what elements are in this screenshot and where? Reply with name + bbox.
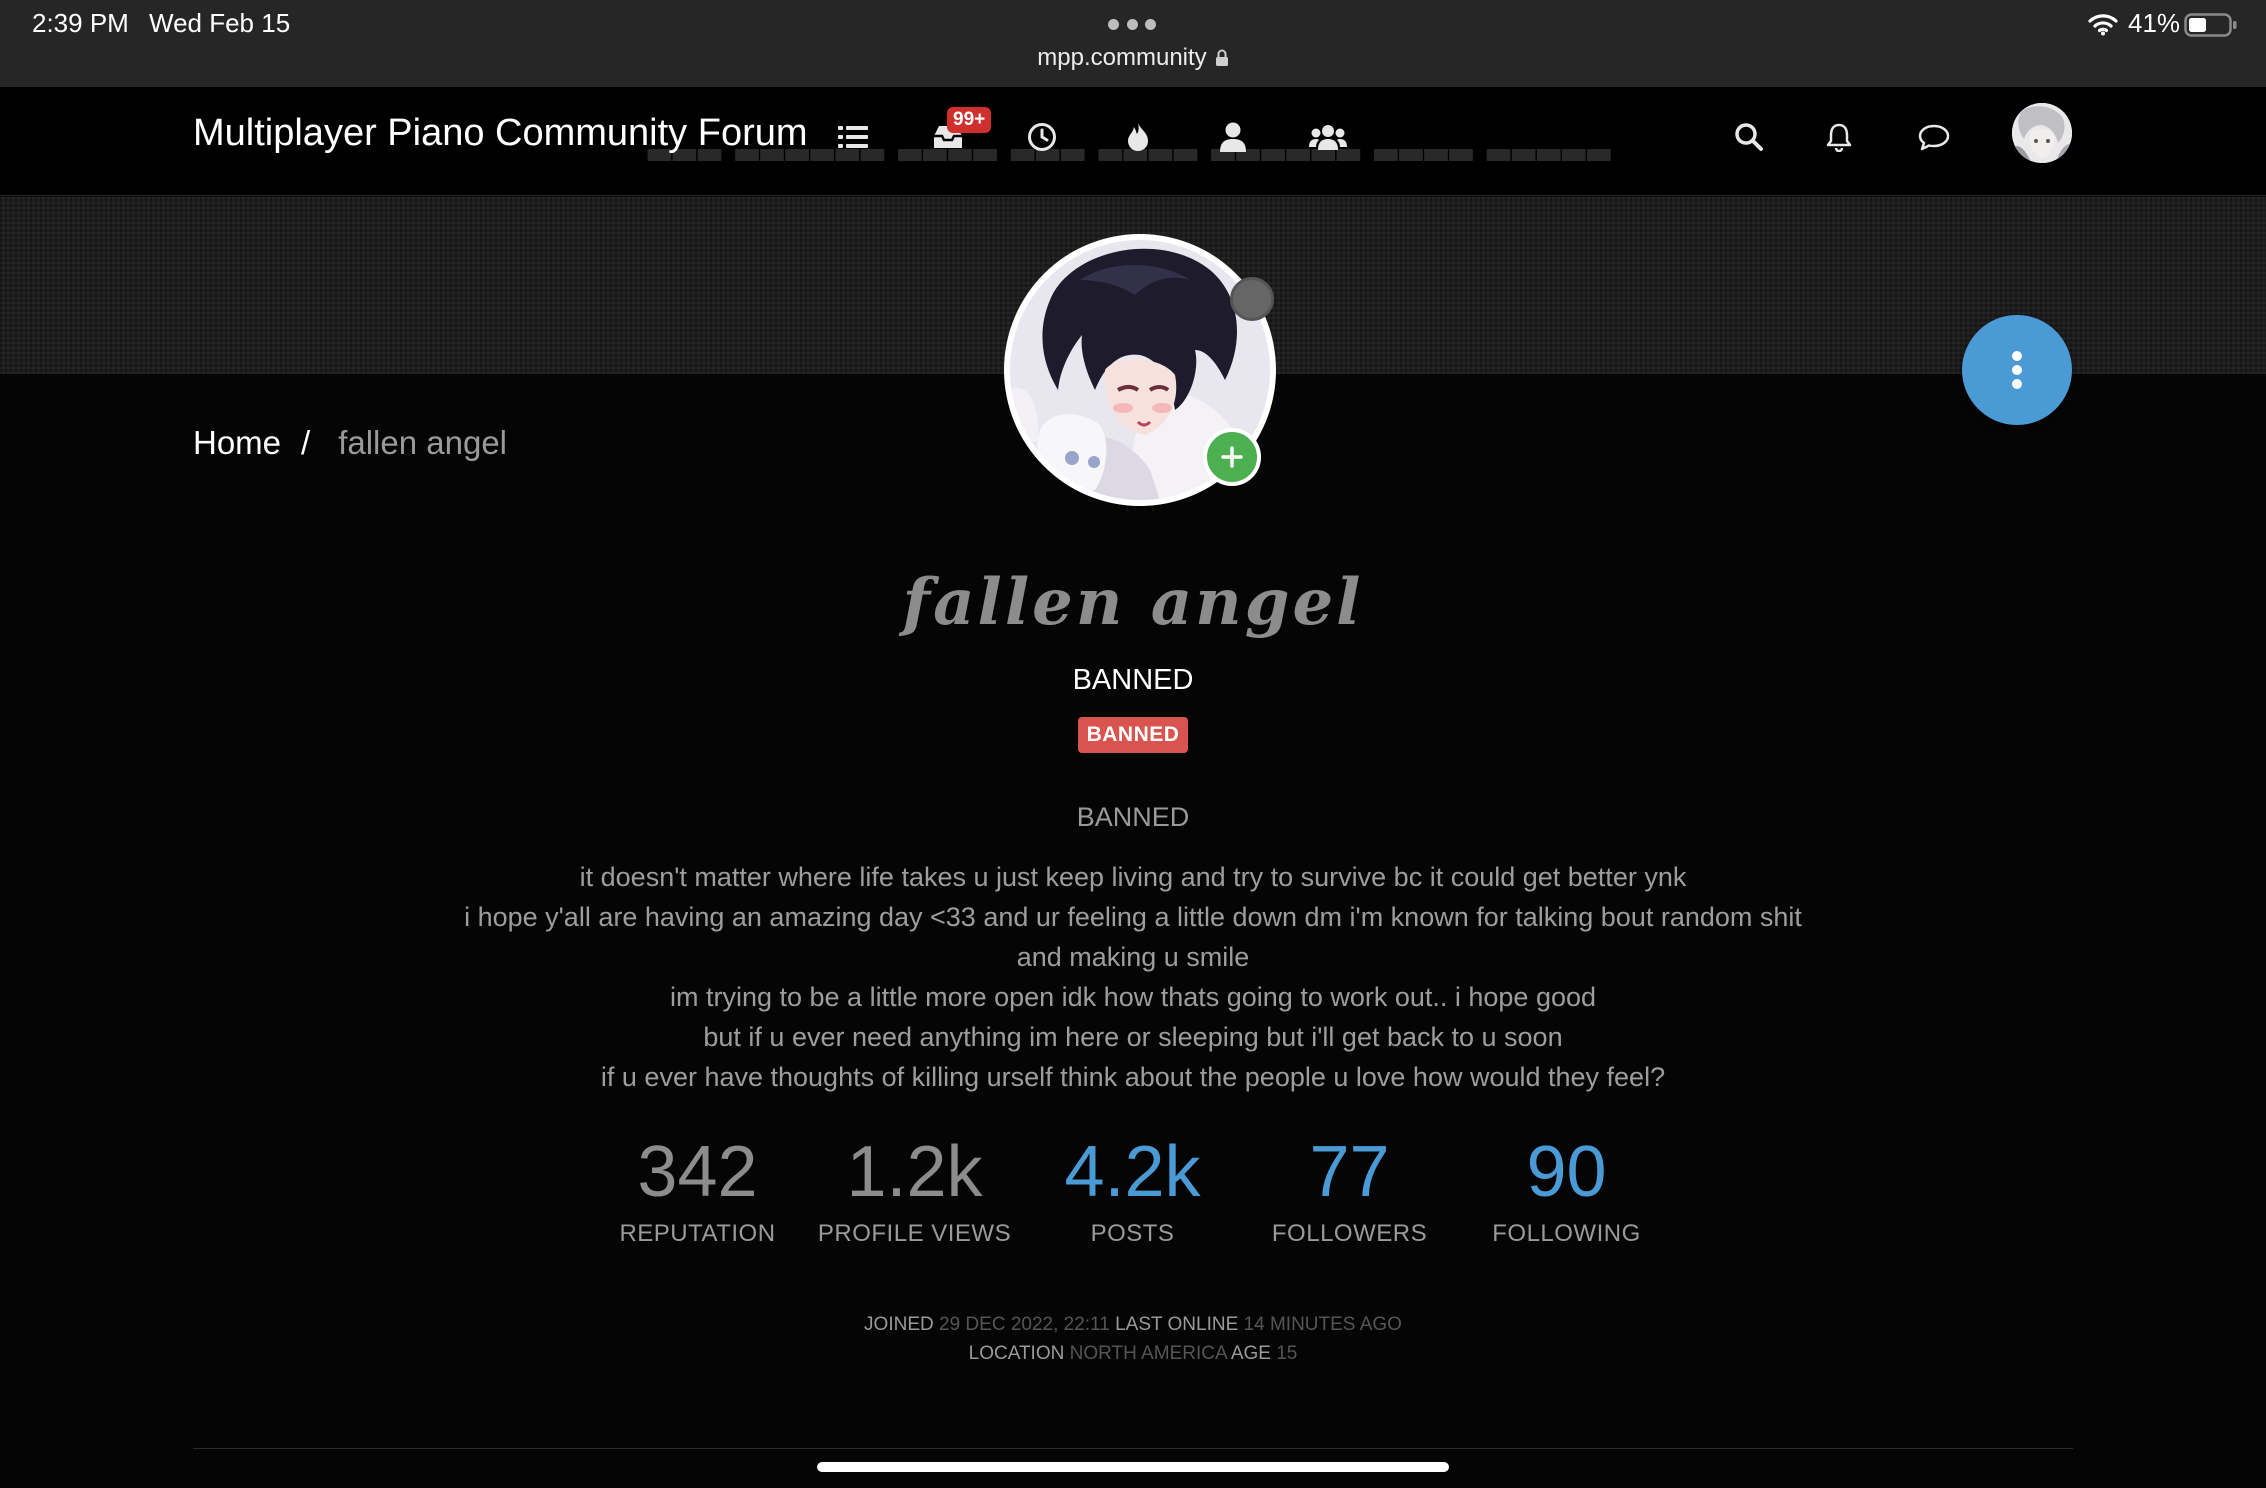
bio-line: if u ever have thoughts of killing ursel… bbox=[600, 1062, 1666, 1092]
wifi-icon bbox=[2088, 12, 2118, 36]
categories-icon[interactable] bbox=[833, 117, 873, 157]
stat-value[interactable]: 90 bbox=[1458, 1130, 1675, 1214]
profile-meta-location: LOCATION NORTH AMERICA AGE 15 bbox=[0, 1343, 2266, 1365]
tab-overview-dots-icon[interactable] bbox=[1108, 19, 1156, 31]
profile-bio: it doesn't matter where life takes u jus… bbox=[420, 857, 1846, 1097]
ios-status-bar: 2:39 PM Wed Feb 15 mpp.community 41% bbox=[0, 0, 2266, 87]
search-icon[interactable] bbox=[1729, 117, 1769, 157]
section-divider bbox=[193, 1448, 2073, 1449]
last-online-value: 14 MINUTES AGO bbox=[1243, 1314, 1402, 1335]
banned-badge[interactable]: BANNED bbox=[1077, 717, 1189, 753]
unread-count-badge: 99+ bbox=[947, 107, 992, 133]
breadcrumb-separator: / bbox=[301, 424, 311, 461]
profile-display-name: fallen angel bbox=[902, 565, 1364, 640]
more-vertical-icon bbox=[2010, 350, 2024, 390]
bio-line: i hope y'all are having an amazing day <… bbox=[464, 902, 1802, 932]
stat-label: REPUTATION bbox=[619, 1220, 776, 1247]
group-title: BANNED bbox=[1072, 664, 1194, 696]
stat-value[interactable]: 77 bbox=[1241, 1130, 1458, 1214]
url-text: mpp.community bbox=[1037, 44, 1207, 71]
breadcrumb: Home / fallen angel bbox=[193, 424, 507, 462]
notifications-icon[interactable] bbox=[1819, 117, 1859, 157]
stat-posts[interactable]: 4.2k POSTS bbox=[1024, 1130, 1241, 1248]
bio-line: it doesn't matter where life takes u jus… bbox=[579, 862, 1687, 892]
forum-header: ███ ██████ ████ ███ ████ ██████ ████ ███… bbox=[0, 87, 2266, 196]
profile-options-button[interactable] bbox=[1962, 315, 2072, 425]
status-time: 2:39 PM bbox=[32, 8, 129, 38]
stat-following[interactable]: 90 FOLLOWING bbox=[1458, 1130, 1675, 1248]
stat-label: FOLLOWERS bbox=[1271, 1220, 1428, 1247]
plus-icon bbox=[1220, 445, 1244, 469]
bio-line: and making u smile bbox=[1016, 942, 1250, 972]
home-indicator[interactable] bbox=[817, 1462, 1449, 1472]
battery-percent: 41% bbox=[2128, 8, 2181, 38]
joined-label: JOINED bbox=[864, 1314, 934, 1335]
battery-icon bbox=[2184, 12, 2238, 38]
users-icon[interactable] bbox=[1213, 117, 1253, 157]
badge-row: BANNED bbox=[0, 717, 2266, 753]
follow-button[interactable] bbox=[1203, 428, 1261, 486]
popular-icon[interactable] bbox=[1118, 117, 1158, 157]
stat-value: 1.2k bbox=[846, 1132, 983, 1212]
stat-reputation: 342 REPUTATION bbox=[589, 1130, 806, 1248]
breadcrumb-home-link[interactable]: Home bbox=[193, 424, 281, 462]
joined-value: 29 DEC 2022, 22:11 bbox=[939, 1314, 1110, 1335]
age-value: 15 bbox=[1276, 1343, 1298, 1364]
address-bar[interactable]: mpp.community bbox=[0, 44, 2266, 72]
stat-profile-views: 1.2k PROFILE VIEWS bbox=[806, 1130, 1023, 1248]
site-title[interactable]: Multiplayer Piano Community Forum bbox=[193, 112, 808, 155]
stat-label: PROFILE VIEWS bbox=[817, 1220, 1012, 1247]
stat-value[interactable]: 4.2k bbox=[1024, 1130, 1241, 1214]
offline-status-dot bbox=[1230, 277, 1274, 321]
profile-meta-joined: JOINED 29 DEC 2022, 22:11 LAST ONLINE 14… bbox=[0, 1314, 2266, 1336]
account-status-label: BANNED bbox=[1076, 802, 1190, 832]
stat-label: FOLLOWING bbox=[1492, 1220, 1641, 1247]
age-label: AGE bbox=[1230, 1343, 1271, 1364]
stat-followers[interactable]: 77 FOLLOWERS bbox=[1241, 1130, 1458, 1248]
recent-icon[interactable] bbox=[1022, 117, 1062, 157]
bio-line: but if u ever need anything im here or s… bbox=[703, 1022, 1563, 1052]
lock-icon bbox=[1215, 49, 1229, 67]
groups-icon[interactable] bbox=[1308, 117, 1348, 157]
location-value: NORTH AMERICA bbox=[1069, 1343, 1227, 1364]
breadcrumb-current: fallen angel bbox=[338, 424, 508, 461]
user-avatar[interactable] bbox=[2012, 103, 2072, 163]
status-date: Wed Feb 15 bbox=[149, 8, 291, 38]
chat-icon[interactable] bbox=[1914, 117, 1954, 157]
location-label: LOCATION bbox=[968, 1343, 1065, 1364]
bio-line: im trying to be a little more open idk h… bbox=[669, 982, 1597, 1012]
stat-value: 342 bbox=[637, 1132, 758, 1212]
last-online-label: LAST ONLINE bbox=[1115, 1314, 1239, 1335]
stat-label: POSTS bbox=[1090, 1220, 1175, 1247]
